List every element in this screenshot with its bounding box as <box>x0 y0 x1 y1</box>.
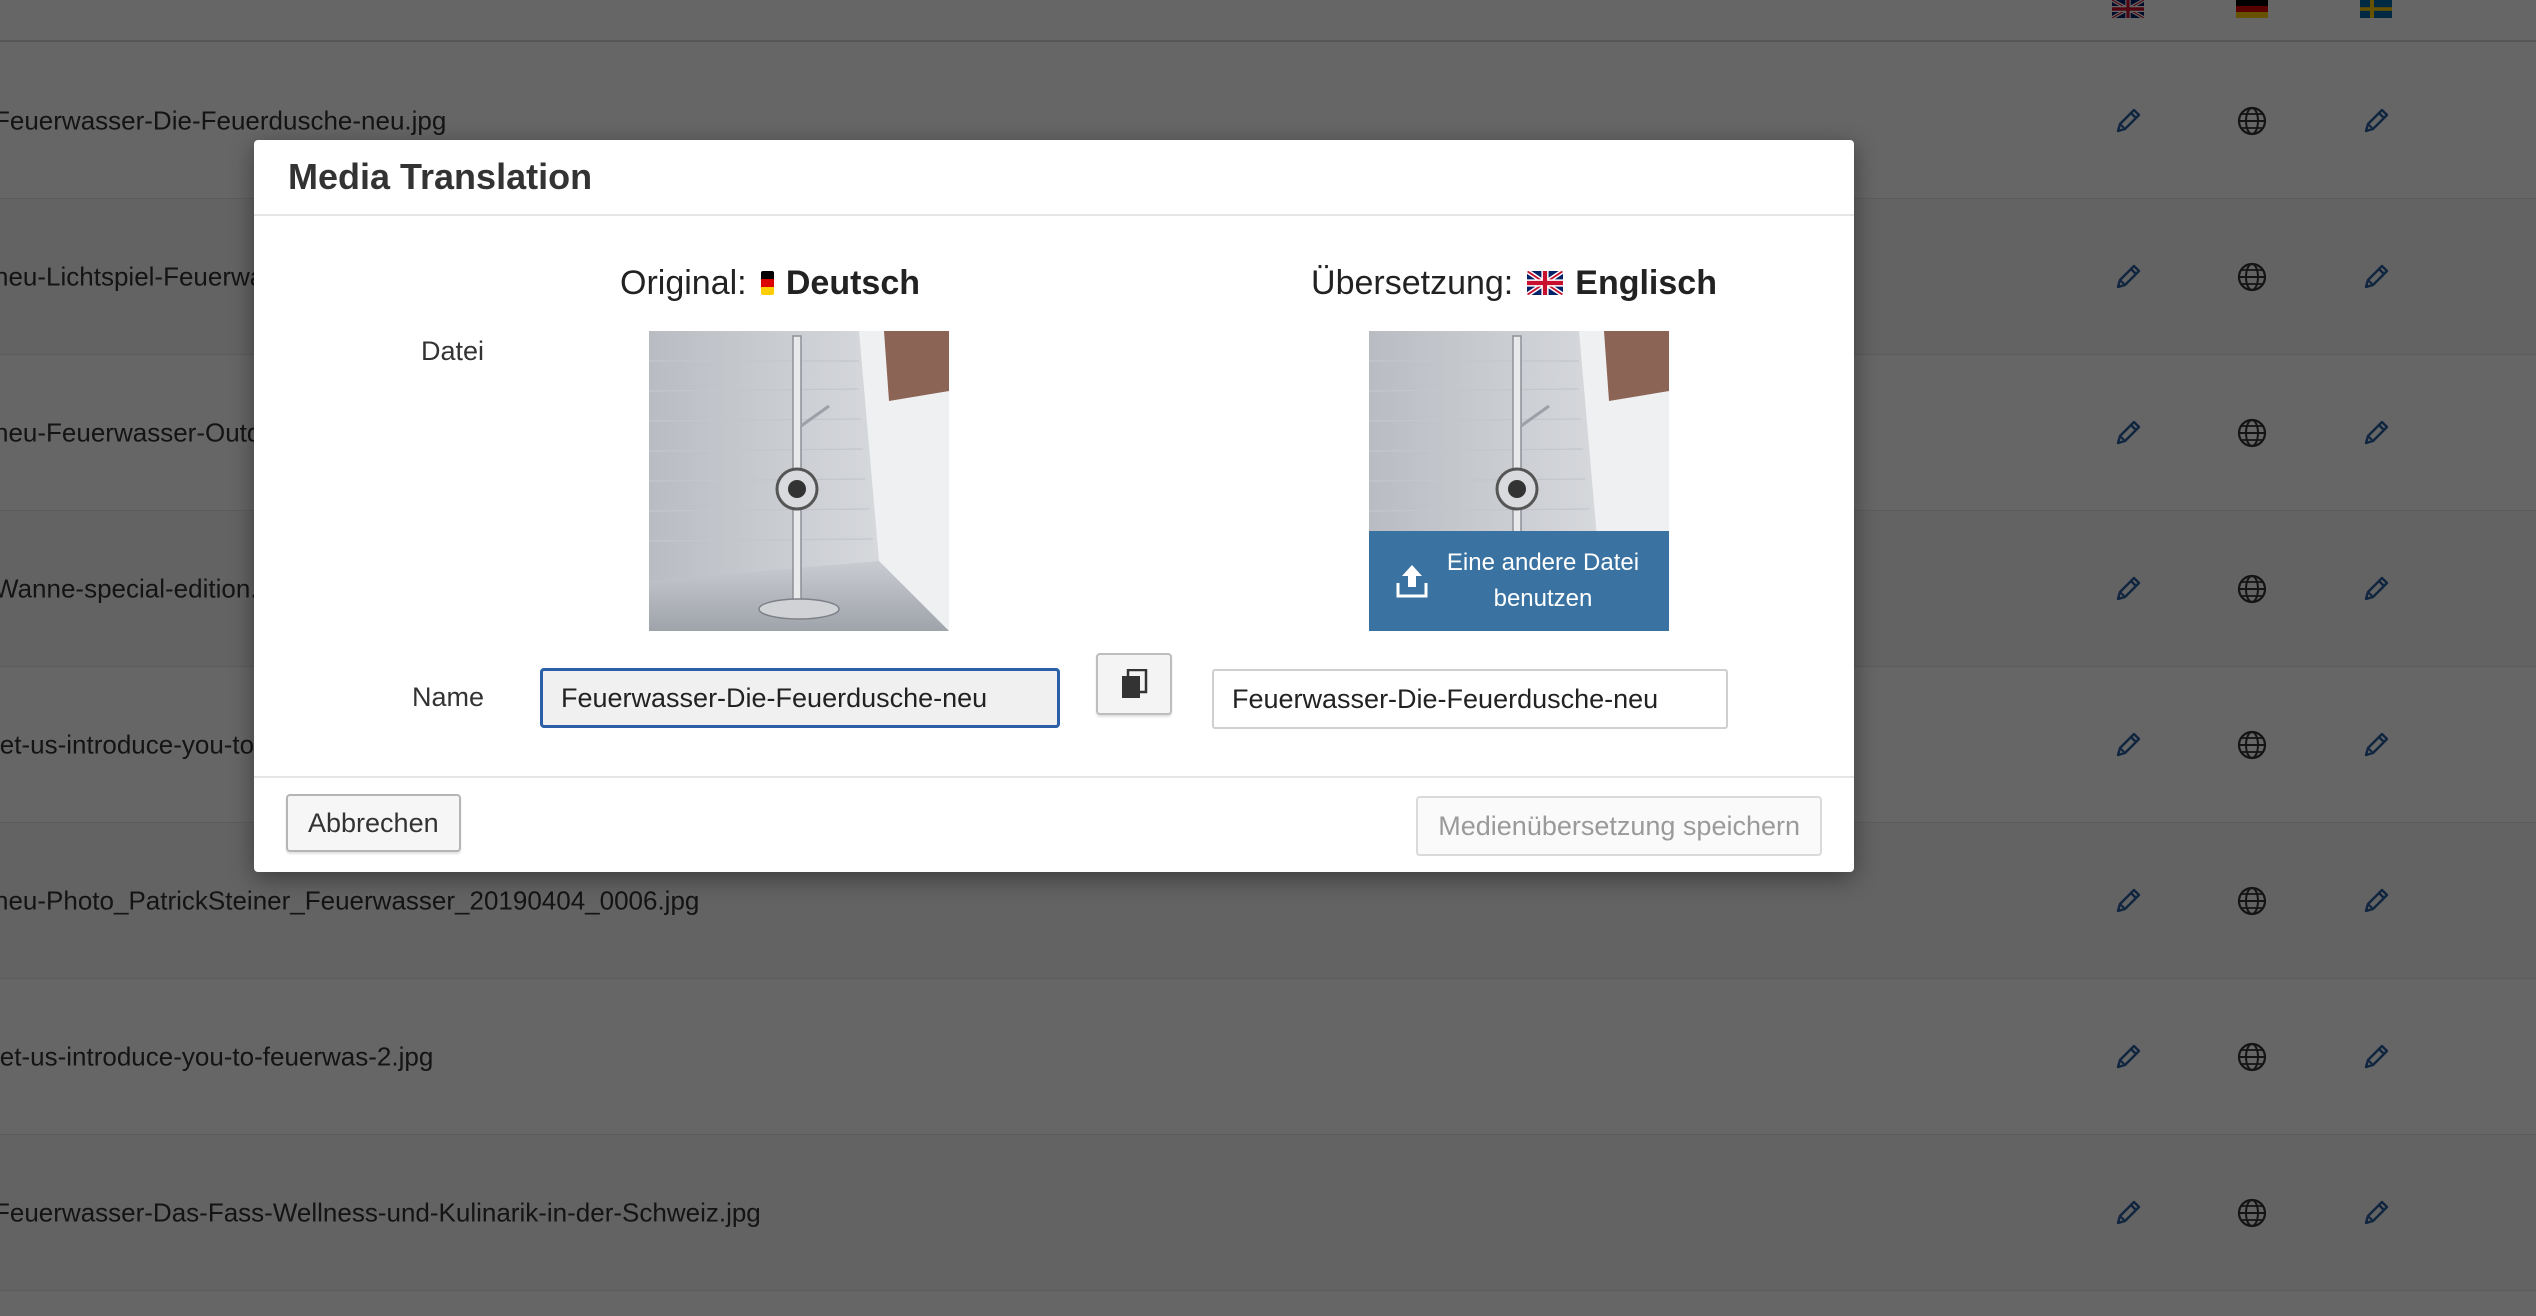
original-name-input[interactable]: Feuerwasser-Die-Feuerdusche-neu <box>540 668 1060 728</box>
save-translation-button[interactable]: Medienübersetzung speichern <box>1416 796 1822 856</box>
translated-name-input[interactable]: Feuerwasser-Die-Feuerdusche-neu <box>1212 669 1728 729</box>
media-translation-modal: Media Translation Original: Deutsch Über… <box>254 140 1854 872</box>
copy-icon <box>1122 669 1148 698</box>
original-image-thumbnail <box>649 331 949 631</box>
file-label: Datei <box>420 336 484 366</box>
translation-language: Englisch <box>1575 263 1717 302</box>
uk-flag-icon <box>1527 271 1564 295</box>
germany-flag-icon <box>760 271 774 295</box>
original-language: Deutsch <box>785 263 920 302</box>
modal-footer: Abbrechen Medienübersetzung speichern <box>254 776 1854 872</box>
name-label: Name <box>411 682 484 712</box>
modal-title: Media Translation <box>288 156 593 197</box>
upload-label: Eine andere Datei benutzen <box>1446 549 1640 612</box>
copy-name-button[interactable] <box>1096 653 1172 715</box>
original-heading: Original: Deutsch <box>620 260 920 306</box>
use-other-file-button[interactable]: Eine andere Datei benutzen <box>1369 531 1669 631</box>
translation-image-thumbnail: Eine andere Datei benutzen <box>1369 331 1669 631</box>
translation-prefix: Übersetzung: <box>1311 263 1514 302</box>
upload-icon <box>1396 565 1428 598</box>
original-prefix: Original: <box>620 263 747 302</box>
cancel-button[interactable]: Abbrechen <box>286 794 461 852</box>
translation-heading: Übersetzung: Englisch <box>1304 260 1724 306</box>
modal-header: Media Translation <box>254 140 1854 216</box>
